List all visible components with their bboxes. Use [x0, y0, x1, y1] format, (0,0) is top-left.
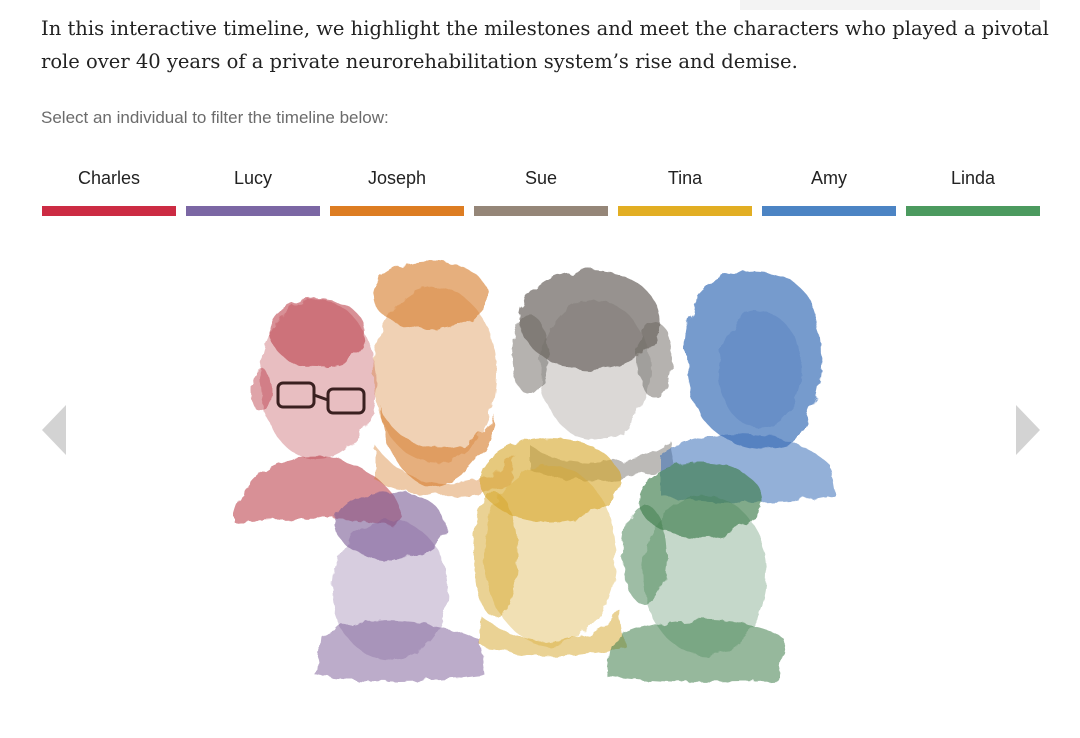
- chevron-left-icon[interactable]: [42, 405, 66, 455]
- filter-label: Amy: [811, 168, 847, 188]
- character-portraits-illustration: [235, 261, 835, 682]
- filter-label: Lucy: [233, 168, 273, 188]
- filter-label: Sue: [524, 168, 558, 188]
- filter-tab-amy[interactable]: Amy: [762, 160, 896, 216]
- filter-color-bar: [906, 206, 1040, 216]
- portrait-lucy: [315, 491, 485, 681]
- portrait-tina: [473, 438, 625, 657]
- header-strip: [740, 0, 1040, 10]
- filter-label: Linda: [950, 168, 996, 188]
- filter-color-bar: [474, 206, 608, 216]
- filter-label: Charles: [77, 168, 141, 188]
- filter-color-bar: [186, 206, 320, 216]
- portrait-linda: [605, 462, 785, 682]
- filter-label: Tina: [667, 168, 703, 188]
- filter-instructions: Select an individual to filter the timel…: [41, 108, 389, 127]
- intro-paragraph: In this interactive timeline, we highlig…: [41, 17, 1049, 73]
- filter-tab-lucy[interactable]: Lucy: [186, 160, 320, 216]
- chevron-right-icon[interactable]: [1016, 405, 1040, 455]
- filter-tab-linda[interactable]: Linda: [906, 160, 1040, 216]
- individual-filter-tabs: Charles Lucy Joseph Sue Tina Amy Linda: [42, 160, 1040, 216]
- filter-color-bar: [330, 206, 464, 216]
- filter-color-bar: [618, 206, 752, 216]
- filter-tab-charles[interactable]: Charles: [42, 160, 176, 216]
- filter-tab-sue[interactable]: Sue: [474, 160, 608, 216]
- filter-label: Joseph: [367, 168, 427, 188]
- filter-color-bar: [42, 206, 176, 216]
- filter-tab-joseph[interactable]: Joseph: [330, 160, 464, 216]
- filter-tab-tina[interactable]: Tina: [618, 160, 752, 216]
- filter-color-bar: [762, 206, 896, 216]
